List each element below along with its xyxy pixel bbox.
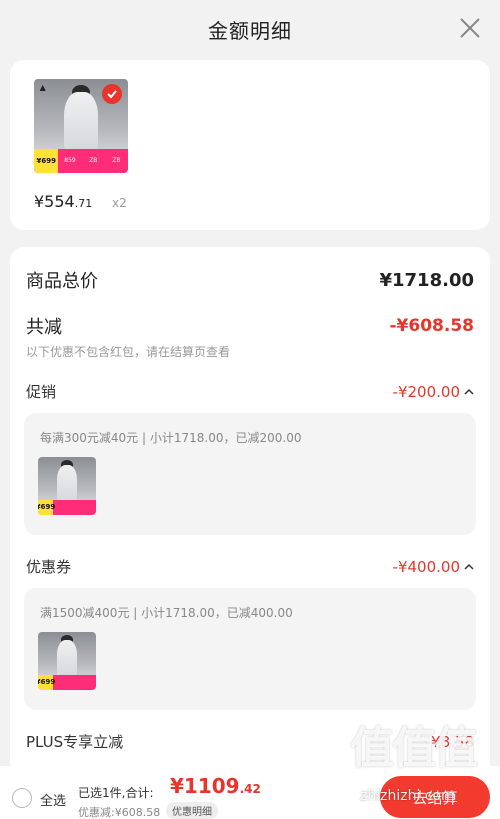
discount-note: 以下优惠不包含红包，请在结算页查看 [26, 345, 231, 359]
selected-check-icon[interactable] [102, 84, 122, 104]
coupon-label: 优惠券 [26, 558, 72, 576]
total-value: ¥1718.00 [379, 269, 474, 291]
product-qty: x2 [112, 196, 127, 210]
promo-row[interactable]: 促销 -¥200.00 [26, 381, 474, 402]
select-all-label[interactable]: 全选 [40, 790, 66, 809]
thumb-price-bar: ¥699 859 ZB ZB [34, 148, 128, 173]
plus-label: PLUS专享立减 [26, 733, 124, 751]
coupon-value: -¥400.00 [392, 557, 460, 576]
product-price: ¥554.71 [34, 192, 92, 211]
promo-product-thumbnail[interactable]: ¥699 [38, 457, 96, 515]
checkout-bar: 全选 已选1件,合计: ¥1109.42 优惠减:¥608.58 优惠明细 去结… [0, 766, 500, 819]
thumb-figure [64, 92, 98, 151]
price-int: ¥554 [34, 192, 75, 211]
discount-label: 共减 [26, 317, 62, 338]
thumb-cell: 859 [64, 157, 76, 165]
settle-button[interactable]: 去结算 [380, 776, 490, 818]
total-int: ¥1109 [170, 774, 240, 798]
plus-value: -¥8.58 [425, 732, 474, 751]
chevron-up-icon[interactable] [464, 387, 474, 397]
promo-detail: 每满300元减40元 | 小计1718.00，已减200.00 [40, 431, 302, 445]
coupon-row[interactable]: 优惠券 -¥400.00 [26, 556, 474, 577]
selected-count: 已选1件,合计: [78, 786, 154, 800]
total-label: 商品总价 [26, 271, 98, 292]
thumb-price-bar: ¥699 [38, 674, 96, 690]
coupon-detail: 满1500减400元 | 小计1718.00，已减400.00 [40, 606, 293, 620]
coupon-product-thumbnail[interactable]: ¥699 [38, 632, 96, 690]
promo-value-wrap: -¥200.00 [393, 383, 474, 401]
promo-detail-box: 每满300元减40元 | 小计1718.00，已减200.00 ¥699 [24, 413, 476, 535]
thumb-cell: ZB [112, 157, 121, 165]
chevron-up-icon[interactable] [464, 562, 474, 572]
saved-amount: 优惠减:¥608.58 [78, 806, 161, 819]
select-all-radio[interactable] [12, 788, 32, 808]
total-row: 商品总价 ¥1718.00 [26, 267, 474, 293]
price-dec: .71 [74, 197, 93, 210]
discount-detail-button[interactable]: 优惠明细 [166, 802, 218, 819]
promo-value: -¥200.00 [392, 382, 460, 401]
modal-header: 金额明细 [0, 0, 500, 58]
promo-label: 促销 [26, 383, 57, 401]
amount-detail-card: 商品总价 ¥1718.00 共减 -¥608.58 以下优惠不包含红包，请在结算… [10, 247, 490, 819]
discount-row: 共减 -¥608.58 [26, 313, 474, 339]
thumb-price: ¥699 [34, 148, 59, 173]
discount-value: -¥608.58 [389, 316, 475, 336]
total-dec: .42 [239, 782, 261, 796]
close-icon[interactable] [458, 16, 482, 40]
thumb-price-bar: ¥699 [38, 499, 96, 515]
brand-logo-icon: ▲ [39, 82, 46, 92]
plus-row: PLUS专享立减 -¥8.58 [26, 731, 474, 752]
coupon-detail-box: 满1500减400元 | 小计1718.00，已减400.00 ¥699 [24, 588, 476, 710]
thumb-figure [56, 640, 78, 677]
modal-title: 金额明细 [208, 18, 292, 43]
checkout-total: ¥1109.42 [170, 774, 261, 798]
thumb-cell: ZB [89, 157, 98, 165]
thumb-price: ¥699 [38, 499, 55, 515]
thumb-figure [56, 465, 78, 502]
coupon-value-wrap: -¥400.00 [393, 558, 474, 576]
thumb-price: ¥699 [38, 674, 55, 690]
